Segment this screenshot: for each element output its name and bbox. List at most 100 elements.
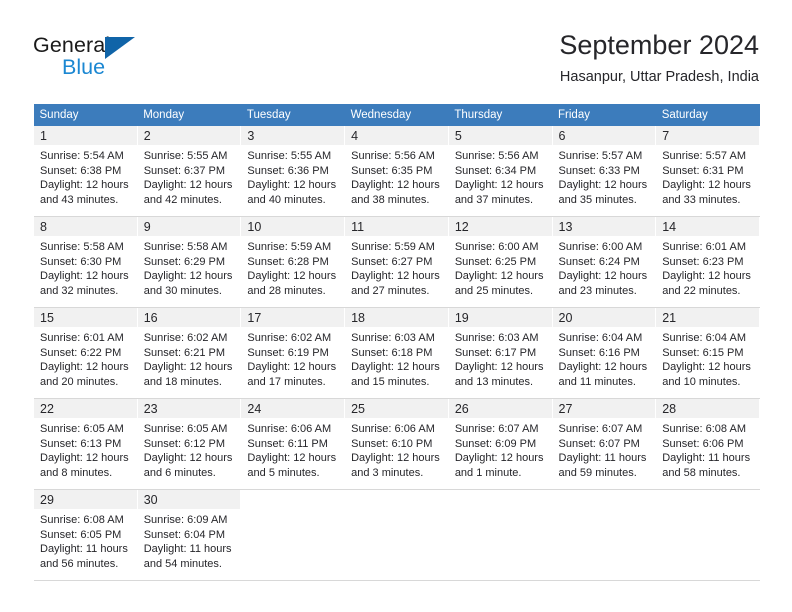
calendar-day-cell[interactable]: 24 Sunrise: 6:06 AM Sunset: 6:11 PM Dayligh… xyxy=(240,399,346,489)
calendar-day-cell[interactable]: 29 Sunrise: 6:08 AM Sunset: 6:05 PM Dayligh… xyxy=(33,490,138,580)
day-details: Sunrise: 5:58 AM Sunset: 6:30 PM Daylight:… xyxy=(34,236,137,298)
daylight-text-line2: and 18 minutes. xyxy=(143,375,222,388)
calendar-day-cell[interactable]: 1 Sunrise: 5:54 AM Sunset: 6:38 PM Daylight… xyxy=(33,126,138,216)
sunset-text: Sunset: 6:36 PM xyxy=(247,164,329,177)
calendar-empty-cell xyxy=(551,490,657,580)
weekday-header-wednesday: Wednesday xyxy=(344,104,449,126)
sunrise-text: Sunrise: 5:57 AM xyxy=(662,150,746,162)
calendar-day-cell[interactable]: 7 Sunrise: 5:57 AM Sunset: 6:31 PM Daylight… xyxy=(655,126,760,216)
calendar-day-cell[interactable]: 11 Sunrise: 5:59 AM Sunset: 6:27 PM Dayligh… xyxy=(344,217,449,307)
daylight-text-line1: Daylight: 12 hours xyxy=(40,270,129,283)
day-number: 3 xyxy=(247,129,255,143)
day-cell-inner: 13 Sunrise: 6:00 AM Sunset: 6:24 PM Dayligh… xyxy=(552,217,656,307)
day-cell-inner: 30 Sunrise: 6:09 AM Sunset: 6:04 PM Dayligh… xyxy=(137,490,241,580)
day-details xyxy=(241,509,344,513)
daylight-text-line2: and 35 minutes. xyxy=(558,193,637,206)
day-number-band: 14 xyxy=(656,217,759,236)
calendar-day-cell[interactable]: 18 Sunrise: 6:03 AM Sunset: 6:18 PM Dayligh… xyxy=(344,308,449,398)
day-number: 20 xyxy=(558,311,573,325)
sunset-text: Sunset: 6:13 PM xyxy=(40,437,122,450)
calendar-day-cell[interactable]: 2 Sunrise: 5:55 AM Sunset: 6:37 PM Daylight… xyxy=(136,126,242,216)
day-cell-inner: 24 Sunrise: 6:06 AM Sunset: 6:11 PM Dayligh… xyxy=(241,399,345,489)
day-number: 21 xyxy=(662,311,677,325)
brand-logo[interactable]: General Blue xyxy=(33,33,233,85)
calendar-day-cell[interactable]: 22 Sunrise: 6:05 AM Sunset: 6:13 PM Dayligh… xyxy=(33,399,138,489)
page-header: General Blue September 2024 Hasanpur, Ut… xyxy=(0,0,792,104)
day-number-band: 4 xyxy=(345,126,448,145)
daylight-text-line2: and 40 minutes. xyxy=(247,193,326,206)
day-cell-inner: 11 Sunrise: 5:59 AM Sunset: 6:27 PM Dayligh… xyxy=(345,217,448,307)
sunset-text: Sunset: 6:18 PM xyxy=(351,346,433,359)
calendar-day-cell[interactable]: 30 Sunrise: 6:09 AM Sunset: 6:04 PM Dayligh… xyxy=(136,490,242,580)
daylight-text-line2: and 58 minutes. xyxy=(662,466,741,479)
calendar-day-cell[interactable]: 16 Sunrise: 6:02 AM Sunset: 6:21 PM Dayligh… xyxy=(136,308,242,398)
day-details: Sunrise: 6:00 AM Sunset: 6:24 PM Daylight:… xyxy=(553,236,656,298)
calendar-day-cell[interactable]: 14 Sunrise: 6:01 AM Sunset: 6:23 PM Dayligh… xyxy=(655,217,760,307)
calendar-day-cell[interactable]: 17 Sunrise: 6:02 AM Sunset: 6:19 PM Dayligh… xyxy=(240,308,346,398)
day-cell-inner: 16 Sunrise: 6:02 AM Sunset: 6:21 PM Dayligh… xyxy=(137,308,241,398)
calendar-day-cell[interactable]: 26 Sunrise: 6:07 AM Sunset: 6:09 PM Dayligh… xyxy=(447,399,553,489)
daylight-text-line2: and 54 minutes. xyxy=(143,557,222,570)
day-cell-inner: 19 Sunrise: 6:03 AM Sunset: 6:17 PM Dayligh… xyxy=(448,308,552,398)
calendar-day-cell[interactable]: 13 Sunrise: 6:00 AM Sunset: 6:24 PM Dayligh… xyxy=(551,217,657,307)
sunset-text: Sunset: 6:21 PM xyxy=(143,346,226,359)
daylight-text-line2: and 56 minutes. xyxy=(40,557,119,570)
calendar-day-cell[interactable]: 9 Sunrise: 5:58 AM Sunset: 6:29 PM Daylight… xyxy=(136,217,242,307)
day-number-band xyxy=(241,490,345,509)
sunrise-text: Sunrise: 6:09 AM xyxy=(143,514,228,526)
day-number: 7 xyxy=(662,129,670,143)
sunrise-text: Sunrise: 5:56 AM xyxy=(454,150,539,162)
calendar-day-cell[interactable]: 23 Sunrise: 6:05 AM Sunset: 6:12 PM Dayligh… xyxy=(136,399,242,489)
calendar-day-cell[interactable]: 21 Sunrise: 6:04 AM Sunset: 6:15 PM Dayligh… xyxy=(655,308,760,398)
day-number-band: 26 xyxy=(448,399,552,418)
sunrise-text: Sunrise: 6:06 AM xyxy=(247,423,332,435)
daylight-text-line2: and 11 minutes. xyxy=(558,375,636,388)
day-number: 17 xyxy=(247,311,262,325)
calendar-day-cell[interactable]: 19 Sunrise: 6:03 AM Sunset: 6:17 PM Dayligh… xyxy=(447,308,553,398)
day-details xyxy=(345,509,448,513)
calendar-day-cell[interactable]: 20 Sunrise: 6:04 AM Sunset: 6:16 PM Dayligh… xyxy=(551,308,657,398)
daylight-text-line1: Daylight: 12 hours xyxy=(662,270,751,283)
daylight-text-line2: and 43 minutes. xyxy=(40,193,119,206)
sunset-text: Sunset: 6:25 PM xyxy=(454,255,537,268)
daylight-text-line2: and 38 minutes. xyxy=(351,193,430,206)
calendar-day-cell[interactable]: 6 Sunrise: 5:57 AM Sunset: 6:33 PM Daylight… xyxy=(551,126,657,216)
daylight-text-line2: and 20 minutes. xyxy=(40,375,119,388)
day-number-band: 22 xyxy=(34,399,137,418)
calendar-day-cell[interactable]: 15 Sunrise: 6:01 AM Sunset: 6:22 PM Dayligh… xyxy=(33,308,138,398)
day-details: Sunrise: 6:03 AM Sunset: 6:18 PM Daylight:… xyxy=(345,327,448,389)
day-details: Sunrise: 6:01 AM Sunset: 6:23 PM Daylight:… xyxy=(656,236,759,298)
calendar-day-cell[interactable]: 4 Sunrise: 5:56 AM Sunset: 6:35 PM Daylight… xyxy=(344,126,449,216)
day-cell-inner: 18 Sunrise: 6:03 AM Sunset: 6:18 PM Dayligh… xyxy=(345,308,448,398)
day-details xyxy=(656,509,759,513)
calendar-day-cell[interactable]: 12 Sunrise: 6:00 AM Sunset: 6:25 PM Dayligh… xyxy=(447,217,553,307)
day-number: 10 xyxy=(247,220,262,234)
daylight-text-line1: Daylight: 12 hours xyxy=(558,270,648,283)
calendar-head: Sunday Monday Tuesday Wednesday Thursday… xyxy=(33,104,760,126)
calendar-empty-cell xyxy=(655,490,760,580)
calendar-day-cell[interactable]: 28 Sunrise: 6:08 AM Sunset: 6:06 PM Dayligh… xyxy=(655,399,760,489)
day-number: 5 xyxy=(454,129,462,143)
day-details: Sunrise: 6:05 AM Sunset: 6:12 PM Daylight:… xyxy=(138,418,241,480)
day-number: 1 xyxy=(40,129,47,143)
day-number-band: 28 xyxy=(656,399,759,418)
calendar-day-cell[interactable]: 25 Sunrise: 6:06 AM Sunset: 6:10 PM Dayligh… xyxy=(344,399,449,489)
day-cell-inner: 7 Sunrise: 5:57 AM Sunset: 6:31 PM Daylight… xyxy=(656,126,759,216)
calendar-day-cell[interactable]: 3 Sunrise: 5:55 AM Sunset: 6:36 PM Daylight… xyxy=(240,126,346,216)
calendar-day-cell[interactable]: 27 Sunrise: 6:07 AM Sunset: 6:07 PM Dayligh… xyxy=(551,399,657,489)
weekday-header-thursday: Thursday xyxy=(448,104,553,126)
daylight-text-line1: Daylight: 12 hours xyxy=(247,452,337,465)
sunset-text: Sunset: 6:12 PM xyxy=(143,437,226,450)
daylight-text-line2: and 30 minutes. xyxy=(143,284,222,297)
calendar-day-cell[interactable]: 10 Sunrise: 5:59 AM Sunset: 6:28 PM Dayligh… xyxy=(240,217,346,307)
daylight-text-line2: and 25 minutes. xyxy=(454,284,534,297)
sunset-text: Sunset: 6:15 PM xyxy=(662,346,744,359)
day-cell-inner xyxy=(448,490,552,580)
day-number: 30 xyxy=(143,493,158,507)
day-number: 4 xyxy=(351,129,359,143)
day-number-band: 10 xyxy=(241,217,345,236)
calendar-day-cell[interactable]: 8 Sunrise: 5:58 AM Sunset: 6:30 PM Daylight… xyxy=(33,217,138,307)
calendar-empty-cell xyxy=(447,490,553,580)
calendar-day-cell[interactable]: 5 Sunrise: 5:56 AM Sunset: 6:34 PM Daylight… xyxy=(447,126,553,216)
day-details: Sunrise: 6:09 AM Sunset: 6:04 PM Daylight:… xyxy=(138,509,241,571)
